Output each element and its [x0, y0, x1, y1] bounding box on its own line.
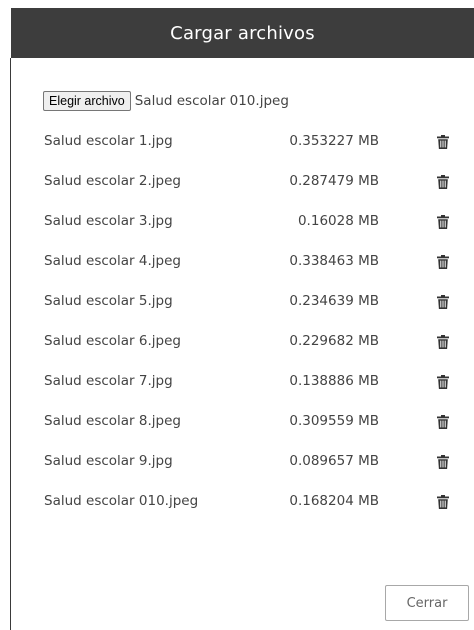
file-size: 0.229682 MB	[289, 333, 379, 349]
file-size: 0.338463 MB	[289, 253, 379, 269]
file-row: Salud escolar 3.jpg 0.16028 MB	[0, 202, 474, 242]
choose-file-button[interactable]: Elegir archivo	[43, 91, 131, 111]
file-name: Salud escolar 8.jpeg	[44, 413, 181, 429]
file-row: Salud escolar 4.jpeg 0.338463 MB	[0, 242, 474, 282]
file-row: Salud escolar 6.jpeg 0.229682 MB	[0, 322, 474, 362]
file-name: Salud escolar 5.jpg	[44, 293, 173, 309]
file-size: 0.309559 MB	[289, 413, 379, 429]
close-button[interactable]: Cerrar	[385, 585, 469, 621]
file-name: Salud escolar 010.jpeg	[44, 493, 199, 509]
trash-icon[interactable]	[437, 255, 449, 269]
trash-icon[interactable]	[437, 215, 449, 229]
file-list: Salud escolar 1.jpg 0.353227 MB Salud es…	[0, 122, 474, 522]
file-row: Salud escolar 2.jpeg 0.287479 MB	[0, 162, 474, 202]
trash-icon[interactable]	[437, 175, 449, 189]
file-name: Salud escolar 1.jpg	[44, 133, 173, 149]
file-size: 0.168204 MB	[289, 493, 379, 509]
trash-icon[interactable]	[437, 295, 449, 309]
trash-icon[interactable]	[437, 415, 449, 429]
file-row: Salud escolar 010.jpeg 0.168204 MB	[0, 482, 474, 522]
file-row: Salud escolar 8.jpeg 0.309559 MB	[0, 402, 474, 442]
file-name: Salud escolar 2.jpeg	[44, 173, 181, 189]
file-row: Salud escolar 5.jpg 0.234639 MB	[0, 282, 474, 322]
file-size: 0.234639 MB	[289, 293, 379, 309]
file-name: Salud escolar 9.jpg	[44, 453, 173, 469]
trash-icon[interactable]	[437, 375, 449, 389]
chosen-file-name: Salud escolar 010.jpeg	[134, 93, 289, 109]
file-name: Salud escolar 4.jpeg	[44, 253, 181, 269]
file-size: 0.138886 MB	[289, 373, 379, 389]
file-row: Salud escolar 9.jpg 0.089657 MB	[0, 442, 474, 482]
file-size: 0.16028 MB	[297, 213, 379, 229]
file-name: Salud escolar 6.jpeg	[44, 333, 181, 349]
file-row: Salud escolar 7.jpg 0.138886 MB	[0, 362, 474, 402]
trash-icon[interactable]	[437, 495, 449, 509]
dialog-header: Cargar archivos	[11, 8, 474, 58]
file-name: Salud escolar 7.jpg	[44, 373, 173, 389]
file-picker[interactable]: Elegir archivo Salud escolar 010.jpeg	[43, 91, 289, 111]
file-row: Salud escolar 1.jpg 0.353227 MB	[0, 122, 474, 162]
trash-icon[interactable]	[437, 335, 449, 349]
trash-icon[interactable]	[437, 455, 449, 469]
file-size: 0.287479 MB	[289, 173, 379, 189]
upload-dialog: Cargar archivos Elegir archivo Salud esc…	[0, 0, 474, 630]
file-size: 0.353227 MB	[289, 133, 379, 149]
dialog-title: Cargar archivos	[170, 22, 315, 44]
file-size: 0.089657 MB	[289, 453, 379, 469]
trash-icon[interactable]	[437, 135, 449, 149]
file-name: Salud escolar 3.jpg	[44, 213, 173, 229]
